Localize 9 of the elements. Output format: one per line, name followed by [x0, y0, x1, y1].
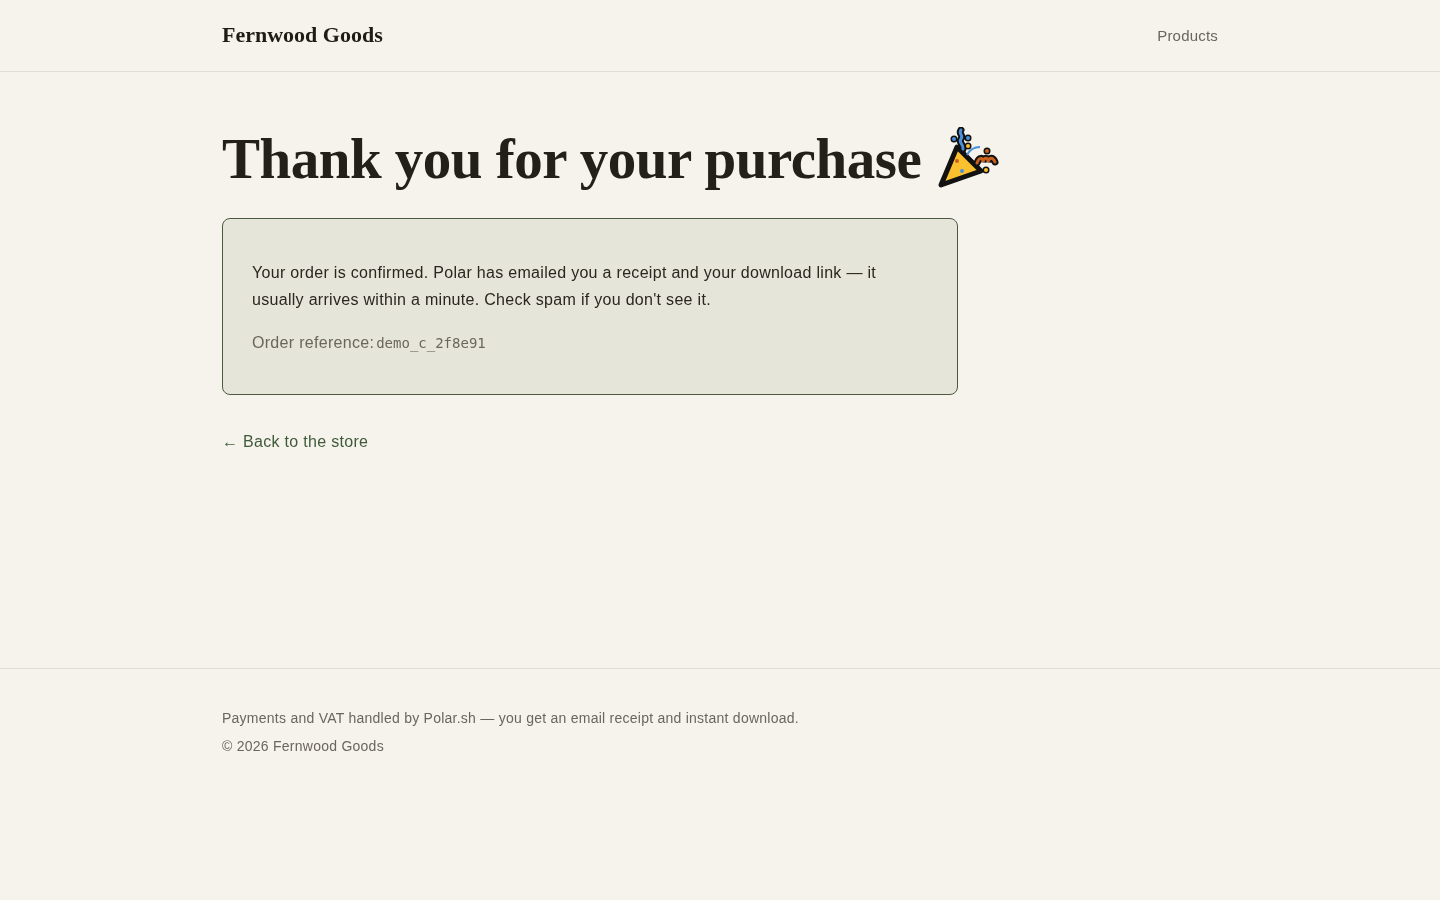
order-reference-label: Order reference:: [252, 334, 375, 351]
footer-text: Payments and VAT handled by Polar.sh — you get an email receipt and instant download.: [222, 709, 800, 728]
confirmation-message: Your order is confirmed. Polar has emailed you a receipt and your download link — it usually arrives within a minute. Check spam if you don't see it.: [252, 263, 878, 310]
footer-text: © 2026 Fernwood Goods: [222, 737, 385, 756]
back-to-store-link[interactable]: ← Back to the store: [222, 433, 369, 451]
brand-link[interactable]: Fernwood Goods: [222, 21, 383, 48]
nav-link[interactable]: Products: [1157, 26, 1218, 44]
page-title: Thank you for your purchase: [222, 126, 922, 192]
order-reference-code: demo_c_2f8e91: [376, 335, 486, 351]
